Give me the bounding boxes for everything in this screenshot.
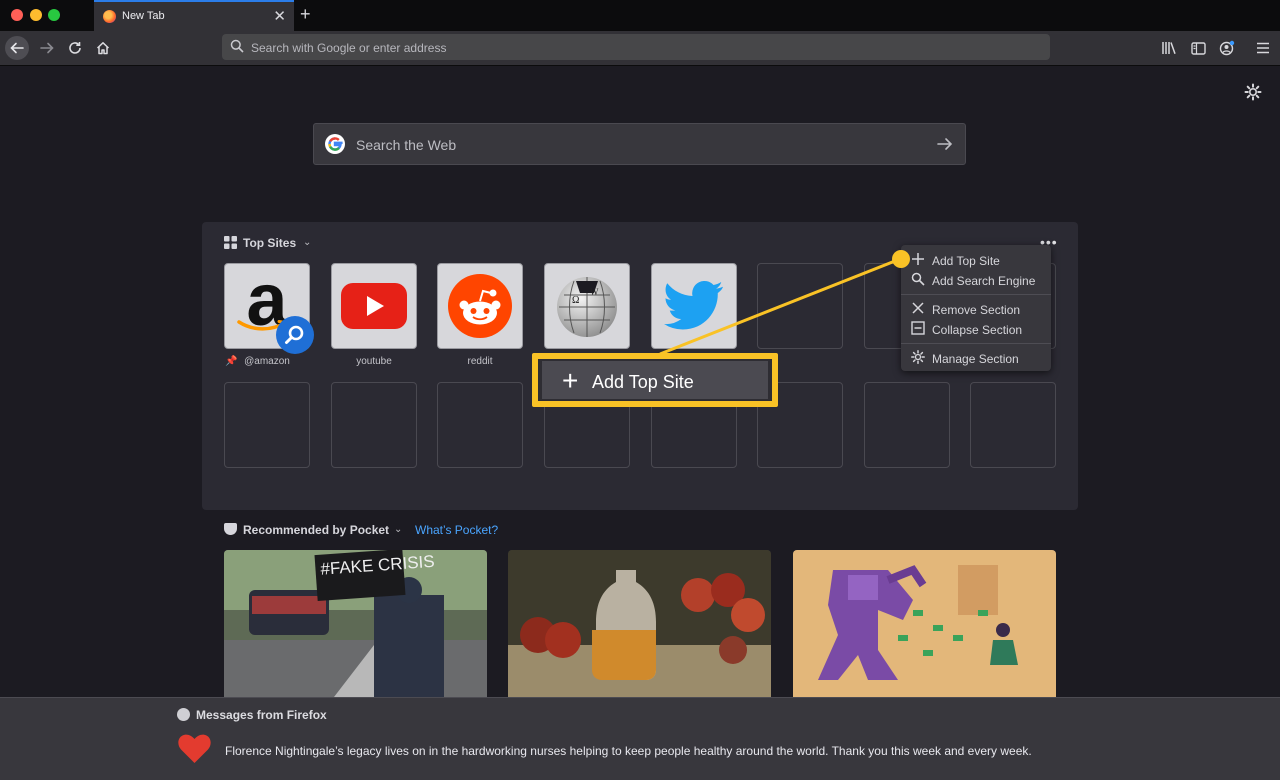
tab-title: New Tab: [122, 10, 165, 22]
sidebar-button[interactable]: [1186, 36, 1210, 60]
top-site-tile-twitter[interactable]: [651, 263, 737, 349]
top-site-empty-slot[interactable]: [757, 263, 843, 349]
top-site-tile-wikipedia[interactable]: Ω W: [544, 263, 630, 349]
search-icon: [230, 39, 244, 53]
messages-title: Messages from Firefox: [196, 708, 327, 722]
callout-label: Add Top Site: [592, 372, 694, 392]
google-logo-icon: [325, 134, 345, 154]
youtube-logo-icon: [341, 283, 407, 329]
menu-item-label: Remove Section: [932, 303, 1021, 317]
top-site-empty-slot[interactable]: [331, 382, 417, 468]
top-site-label-amazon: @amazon: [244, 356, 290, 367]
navigation-toolbar: [0, 31, 1280, 66]
web-search-input[interactable]: [354, 124, 918, 166]
menu-item-label: Collapse Section: [932, 323, 1023, 337]
reload-icon: [69, 42, 81, 54]
pocket-story-card[interactable]: #FAKE CRISIS: [224, 550, 487, 697]
chevron-down-icon[interactable]: ⌄: [394, 524, 402, 535]
library-icon: [1162, 42, 1176, 54]
svg-text:Ω: Ω: [572, 295, 579, 306]
top-site-tile-reddit[interactable]: [437, 263, 523, 349]
firefox-icon: [103, 10, 116, 23]
home-icon: [96, 42, 110, 55]
search-go-arrow-icon[interactable]: [937, 136, 953, 152]
top-site-label-reddit: reddit: [467, 356, 493, 367]
zoom-window-button[interactable]: [48, 9, 60, 21]
settings-gear-icon[interactable]: [1244, 83, 1262, 101]
home-button[interactable]: [91, 36, 115, 60]
address-input[interactable]: [249, 34, 1033, 62]
heart-icon: [178, 734, 211, 763]
tab-new-tab[interactable]: New Tab ✕: [94, 0, 294, 31]
reload-button[interactable]: [63, 36, 87, 60]
app-menu-button[interactable]: [1251, 36, 1275, 60]
top-site-empty-slot[interactable]: [970, 382, 1056, 468]
menu-item-remove-section[interactable]: Remove Section: [911, 301, 1051, 319]
web-search-box[interactable]: [313, 123, 966, 166]
top-site-empty-slot[interactable]: [224, 382, 310, 468]
menu-item-add-top-site[interactable]: Add Top Site: [911, 252, 1051, 270]
new-tab-button[interactable]: +: [300, 4, 311, 25]
close-icon: [912, 302, 924, 314]
section-context-menu: Add Top Site Add Search Engine Remove Se…: [901, 245, 1051, 371]
pocket-title[interactable]: Recommended by Pocket: [243, 523, 389, 537]
search-icon: [911, 272, 925, 286]
menu-item-label: Manage Section: [932, 352, 1019, 366]
menu-separator: [901, 343, 1051, 344]
top-sites-title[interactable]: Top Sites: [243, 236, 296, 250]
account-button[interactable]: [1215, 36, 1239, 60]
menu-item-label: Add Top Site: [932, 254, 1000, 268]
forward-button[interactable]: [35, 36, 59, 60]
story-image-protest: #FAKE CRISIS: [224, 550, 487, 697]
svg-text:W: W: [590, 287, 599, 297]
firefox-logo-icon: [177, 708, 190, 721]
address-bar[interactable]: [222, 34, 1050, 62]
gear-icon: [911, 350, 925, 364]
wikipedia-logo-icon: Ω W: [557, 277, 617, 337]
top-site-tile-youtube[interactable]: [331, 263, 417, 349]
callout-highlight: + Add Top Site: [542, 361, 768, 399]
top-site-label-youtube: youtube: [356, 356, 392, 367]
menu-item-add-search-engine[interactable]: Add Search Engine: [911, 272, 1051, 290]
account-icon: [1219, 40, 1235, 56]
minimize-window-button[interactable]: [30, 9, 42, 21]
plus-icon: [912, 253, 924, 265]
back-button[interactable]: [5, 36, 29, 60]
messages-from-firefox-bar: Messages from Firefox Florence Nightinga…: [0, 697, 1280, 780]
story-image-apple-cider-vinegar: [508, 550, 771, 697]
collapse-icon: [911, 321, 925, 335]
reddit-logo-icon: [448, 274, 512, 338]
pocket-story-card[interactable]: [793, 550, 1056, 697]
menu-item-collapse-section[interactable]: Collapse Section: [911, 321, 1051, 339]
pocket-icon: [224, 523, 237, 535]
pocket-story-card[interactable]: [508, 550, 771, 697]
close-window-button[interactable]: [11, 9, 23, 21]
top-site-empty-slot[interactable]: [864, 382, 950, 468]
menu-item-label: Add Search Engine: [932, 274, 1036, 288]
add-top-site-callout: + Add Top Site: [532, 353, 778, 407]
back-arrow-icon: [10, 42, 24, 54]
top-sites-grid-icon: [224, 236, 237, 249]
whats-pocket-link[interactable]: What’s Pocket?: [415, 523, 498, 537]
sidebar-icon: [1190, 41, 1206, 55]
chevron-down-icon[interactable]: ⌄: [303, 237, 311, 248]
library-button[interactable]: [1157, 36, 1181, 60]
story-image-illustration: [793, 550, 1056, 697]
close-tab-icon[interactable]: ✕: [273, 7, 286, 25]
menu-item-manage-section[interactable]: Manage Section: [911, 350, 1051, 368]
hamburger-icon: [1257, 42, 1269, 54]
search-shortcut-badge-icon: [276, 316, 314, 354]
twitter-logo-icon: [664, 281, 723, 330]
message-text: Florence Nightingale’s legacy lives on i…: [225, 744, 1032, 758]
forward-arrow-icon: [40, 42, 54, 54]
tab-strip: New Tab ✕ +: [0, 0, 1280, 31]
plus-icon: +: [562, 365, 579, 396]
top-site-empty-slot[interactable]: [437, 382, 523, 468]
menu-separator: [901, 294, 1051, 295]
